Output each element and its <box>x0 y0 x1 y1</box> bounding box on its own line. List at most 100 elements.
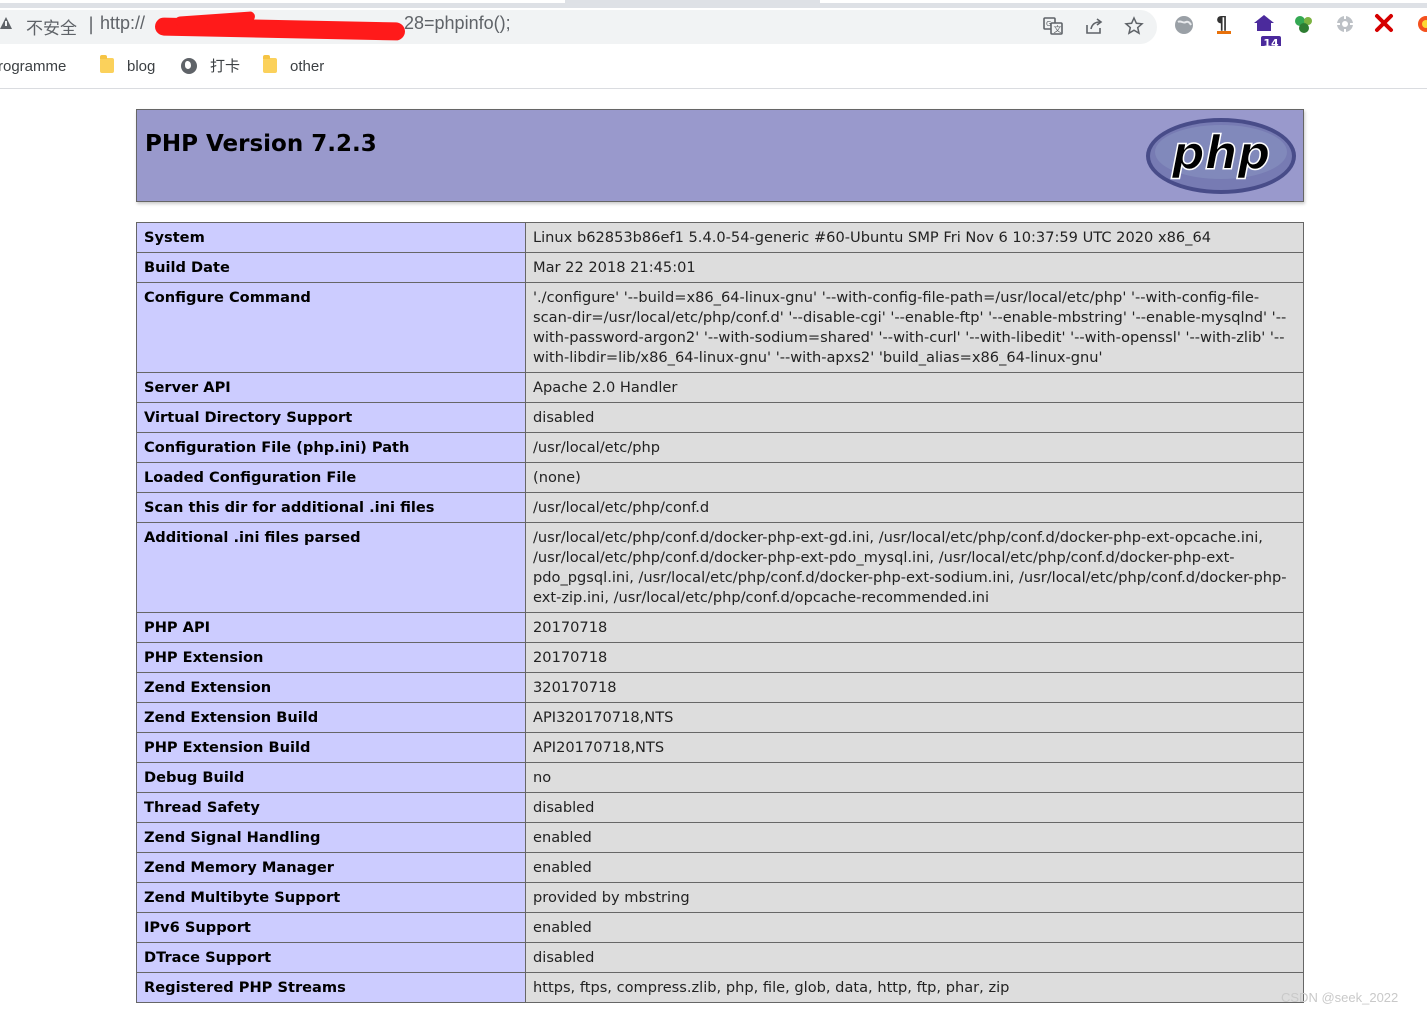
svg-text:G: G <box>1046 20 1051 28</box>
address-bar: 不安全 | http:// 28=phpinfo(); 文G ¶ 14 <box>0 8 1427 51</box>
row-value: 20170718 <box>525 642 1304 673</box>
row-value: disabled <box>525 942 1304 973</box>
security-label[interactable]: 不安全 <box>26 14 77 39</box>
inactive-tab-edge[interactable] <box>820 0 1427 3</box>
translate-icon[interactable]: 文G <box>1043 16 1063 36</box>
row-key: Server API <box>136 372 526 403</box>
row-key: Configuration File (php.ini) Path <box>136 432 526 463</box>
row-value: API20170718,NTS <box>525 732 1304 763</box>
row-key: Thread Safety <box>136 792 526 823</box>
table-row: PHP API 20170718 <box>136 612 1304 643</box>
table-row: Zend Extension Build API320170718,NTS <box>136 702 1304 733</box>
url-divider: | <box>88 14 95 35</box>
row-value: disabled <box>525 402 1304 433</box>
table-row: Debug Build no <box>136 762 1304 793</box>
row-key: IPv6 Support <box>136 912 526 943</box>
row-value: API320170718,NTS <box>525 702 1304 733</box>
row-key: Zend Memory Manager <box>136 852 526 883</box>
row-value: 320170718 <box>525 672 1304 703</box>
table-row: PHP Extension 20170718 <box>136 642 1304 673</box>
table-row: Scan this dir for additional .ini files /… <box>136 492 1304 523</box>
row-key: Scan this dir for additional .ini files <box>136 492 526 523</box>
row-key: Configure Command <box>136 282 526 373</box>
page-title: PHP Version 7.2.3 <box>145 131 377 157</box>
php-logo-text: php <box>1171 126 1271 180</box>
share-icon[interactable] <box>1084 16 1104 36</box>
row-value: /usr/local/etc/php/conf.d/docker-php-ext… <box>525 522 1304 613</box>
globe-extension-icon[interactable] <box>1173 14 1195 36</box>
row-key: DTrace Support <box>136 942 526 973</box>
row-value: https, ftps, compress.zlib, php, file, g… <box>525 972 1304 1003</box>
house-extension-icon[interactable] <box>1252 12 1274 34</box>
row-value: Apache 2.0 Handler <box>525 372 1304 403</box>
close-x-extension-icon[interactable] <box>1373 12 1395 34</box>
table-row: Configure Command './configure' '--build=… <box>136 282 1304 373</box>
row-key: System <box>136 222 526 253</box>
bookmark-programme[interactable]: rogramme <box>0 56 66 78</box>
row-value: disabled <box>525 792 1304 823</box>
folder-icon <box>100 55 114 73</box>
table-row: Additional .ini files parsed/usr/local/e… <box>136 522 1304 613</box>
gear-extension-icon[interactable] <box>1334 13 1356 35</box>
row-key: Loaded Configuration File <box>136 462 526 493</box>
row-value: enabled <box>525 822 1304 853</box>
bookmark-checkin[interactable]: 打卡 <box>210 56 240 78</box>
table-row: Zend Memory Manager enabled <box>136 852 1304 883</box>
php-info-table: System Linux b62853b86ef1 5.4.0-54-generi… <box>136 222 1304 1003</box>
row-key: Zend Extension Build <box>136 702 526 733</box>
svg-text:文: 文 <box>1054 24 1062 34</box>
row-key: PHP Extension <box>136 642 526 673</box>
puzzle-extension-icon[interactable] <box>1293 13 1315 35</box>
table-row: Virtual Directory Support disabled <box>136 402 1304 433</box>
row-value: no <box>525 762 1304 793</box>
table-row: DTrace Support disabled <box>136 942 1304 973</box>
table-row: Zend Multibyte Support provided by mbstri… <box>136 882 1304 913</box>
phpinfo-content: PHP Version 7.2.3 php System Linux b62853… <box>136 109 1304 1003</box>
table-row: Loaded Configuration File (none) <box>136 462 1304 493</box>
row-key: Virtual Directory Support <box>136 402 526 433</box>
row-value: enabled <box>525 912 1304 943</box>
row-value: provided by mbstring <box>525 882 1304 913</box>
row-key: Zend Signal Handling <box>136 822 526 853</box>
row-key: Debug Build <box>136 762 526 793</box>
warning-icon[interactable] <box>0 17 12 29</box>
table-row: Thread Safety disabled <box>136 792 1304 823</box>
bookmark-other[interactable]: other <box>290 56 324 78</box>
row-key: PHP Extension Build <box>136 732 526 763</box>
table-row: Zend Extension 320170718 <box>136 672 1304 703</box>
tab-strip <box>0 0 1427 8</box>
row-value: (none) <box>525 462 1304 493</box>
table-row: PHP Extension Build API20170718,NTS <box>136 732 1304 763</box>
table-row: System Linux b62853b86ef1 5.4.0-54-generi… <box>136 222 1304 253</box>
table-row: Registered PHP Streams https, ftps, compr… <box>136 972 1304 1003</box>
star-bookmark-icon[interactable] <box>1124 16 1144 36</box>
row-key: Additional .ini files parsed <box>136 522 526 613</box>
row-key: Zend Multibyte Support <box>136 882 526 913</box>
row-value: enabled <box>525 852 1304 883</box>
row-value: /usr/local/etc/php <box>525 432 1304 463</box>
active-tab-edge[interactable] <box>0 0 565 3</box>
paragraph-extension-icon[interactable]: ¶ <box>1213 12 1235 34</box>
row-key: Registered PHP Streams <box>136 972 526 1003</box>
row-value: Linux b62853b86ef1 5.4.0-54-generic #60-… <box>525 222 1304 253</box>
row-value: './configure' '--build=x86_64-linux-gnu'… <box>525 282 1304 373</box>
row-value: /usr/local/etc/php/conf.d <box>525 492 1304 523</box>
watermark: CSDN @seek_2022 <box>1281 990 1399 1005</box>
table-row: IPv6 Support enabled <box>136 912 1304 943</box>
table-row: Configuration File (php.ini) Path/usr/lo… <box>136 432 1304 463</box>
row-key: PHP API <box>136 612 526 643</box>
globe-icon <box>181 58 197 74</box>
php-logo[interactable]: php <box>1145 117 1297 195</box>
table-row: Build Date Mar 22 2018 21:45:01 <box>136 252 1304 283</box>
bookmark-blog[interactable]: blog <box>127 56 155 78</box>
row-value: 20170718 <box>525 612 1304 643</box>
table-row: Server API Apache 2.0 Handler <box>136 372 1304 403</box>
svg-text:¶: ¶ <box>1216 13 1227 34</box>
folder-icon <box>263 55 277 73</box>
avatar-extension-icon[interactable] <box>1412 13 1427 35</box>
url-suffix[interactable]: 28=phpinfo(); <box>404 13 511 34</box>
row-key: Zend Extension <box>136 672 526 703</box>
bookmarks-bar: rogramme blog 打卡 other <box>0 46 1427 89</box>
row-key: Build Date <box>136 252 526 283</box>
url-prefix[interactable]: http:// <box>100 13 145 34</box>
